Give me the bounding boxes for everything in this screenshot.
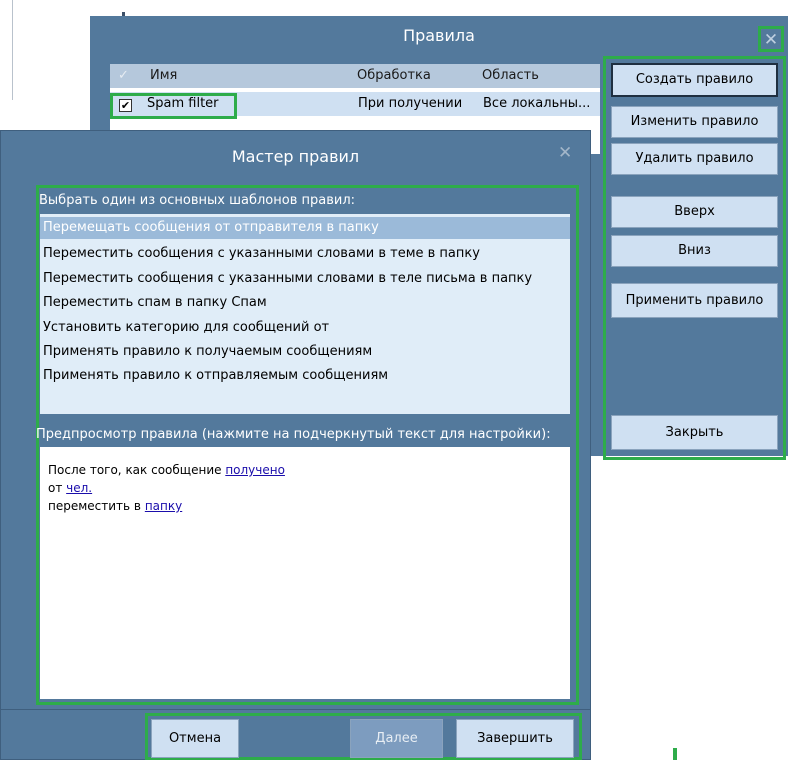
finish-button[interactable]: Завершить — [456, 719, 574, 758]
move-down-button[interactable]: Вниз — [611, 235, 778, 267]
template-item-selected[interactable]: Перемещать сообщения от отправителя в па… — [40, 217, 570, 239]
rule-scope: Все локальны... — [483, 96, 591, 111]
received-link[interactable]: получено — [225, 463, 285, 477]
list-item[interactable]: Переместить сообщения с указанными слова… — [43, 246, 480, 261]
list-item[interactable]: Переместить сообщения с указанными слова… — [43, 271, 532, 286]
rules-list-header: Имя Обработка Область — [110, 64, 600, 88]
column-header-name[interactable]: Имя — [150, 68, 177, 83]
column-header-processing[interactable]: Обработка — [357, 68, 431, 83]
wizard-title: Мастер правил — [231, 147, 360, 166]
green-marker — [673, 748, 677, 760]
highlight-rule-row — [110, 93, 237, 119]
preview-line-2: от чел. — [48, 481, 92, 495]
folder-link[interactable]: папку — [145, 499, 182, 513]
rule-preview: После того, как сообщение получено от че… — [40, 447, 570, 699]
delete-rule-button[interactable]: Удалить правило — [611, 143, 778, 175]
list-item[interactable]: Применять правило к отправляемым сообщен… — [43, 368, 388, 383]
edit-rule-button[interactable]: Изменить правило — [611, 106, 778, 138]
column-header-scope[interactable]: Область — [482, 68, 539, 83]
cancel-button[interactable]: Отмена — [151, 719, 239, 758]
move-up-button[interactable]: Вверх — [611, 196, 778, 228]
rules-close-icon[interactable]: ✕ — [758, 26, 784, 52]
apply-rule-button[interactable]: Применить правило — [611, 283, 778, 318]
next-button[interactable]: Далее — [350, 719, 443, 758]
rule-processing: При получении — [358, 96, 463, 111]
background-window-edge — [12, 0, 13, 100]
list-item[interactable]: Переместить спам в папку Спам — [43, 295, 267, 310]
preview-line-3: переместить в папку — [48, 499, 182, 513]
preview-text-1: После того, как сообщение — [48, 463, 226, 477]
list-item[interactable]: Применять правило к получаемым сообщения… — [43, 344, 372, 359]
preview-text-2: от — [48, 481, 67, 495]
footer-divider — [0, 709, 591, 710]
templates-list: Перемещать сообщения от отправителя в па… — [40, 214, 570, 414]
templates-label: Выбрать один из основных шаблонов правил… — [39, 193, 356, 208]
preview-line-1: После того, как сообщение получено — [48, 463, 285, 477]
rules-window-title: Правила — [403, 26, 475, 45]
person-link[interactable]: чел. — [66, 481, 92, 495]
list-item[interactable]: Установить категорию для сообщений от — [43, 320, 329, 335]
preview-label: Предпросмотр правила (нажмите на подчерк… — [36, 427, 551, 442]
close-button[interactable]: Закрыть — [611, 415, 778, 450]
create-rule-button[interactable]: Создать правило — [611, 63, 778, 97]
preview-text-3: переместить в — [48, 499, 145, 513]
header-check-icon: ✓ — [118, 68, 129, 83]
wizard-close-icon[interactable]: ✕ — [558, 142, 572, 164]
